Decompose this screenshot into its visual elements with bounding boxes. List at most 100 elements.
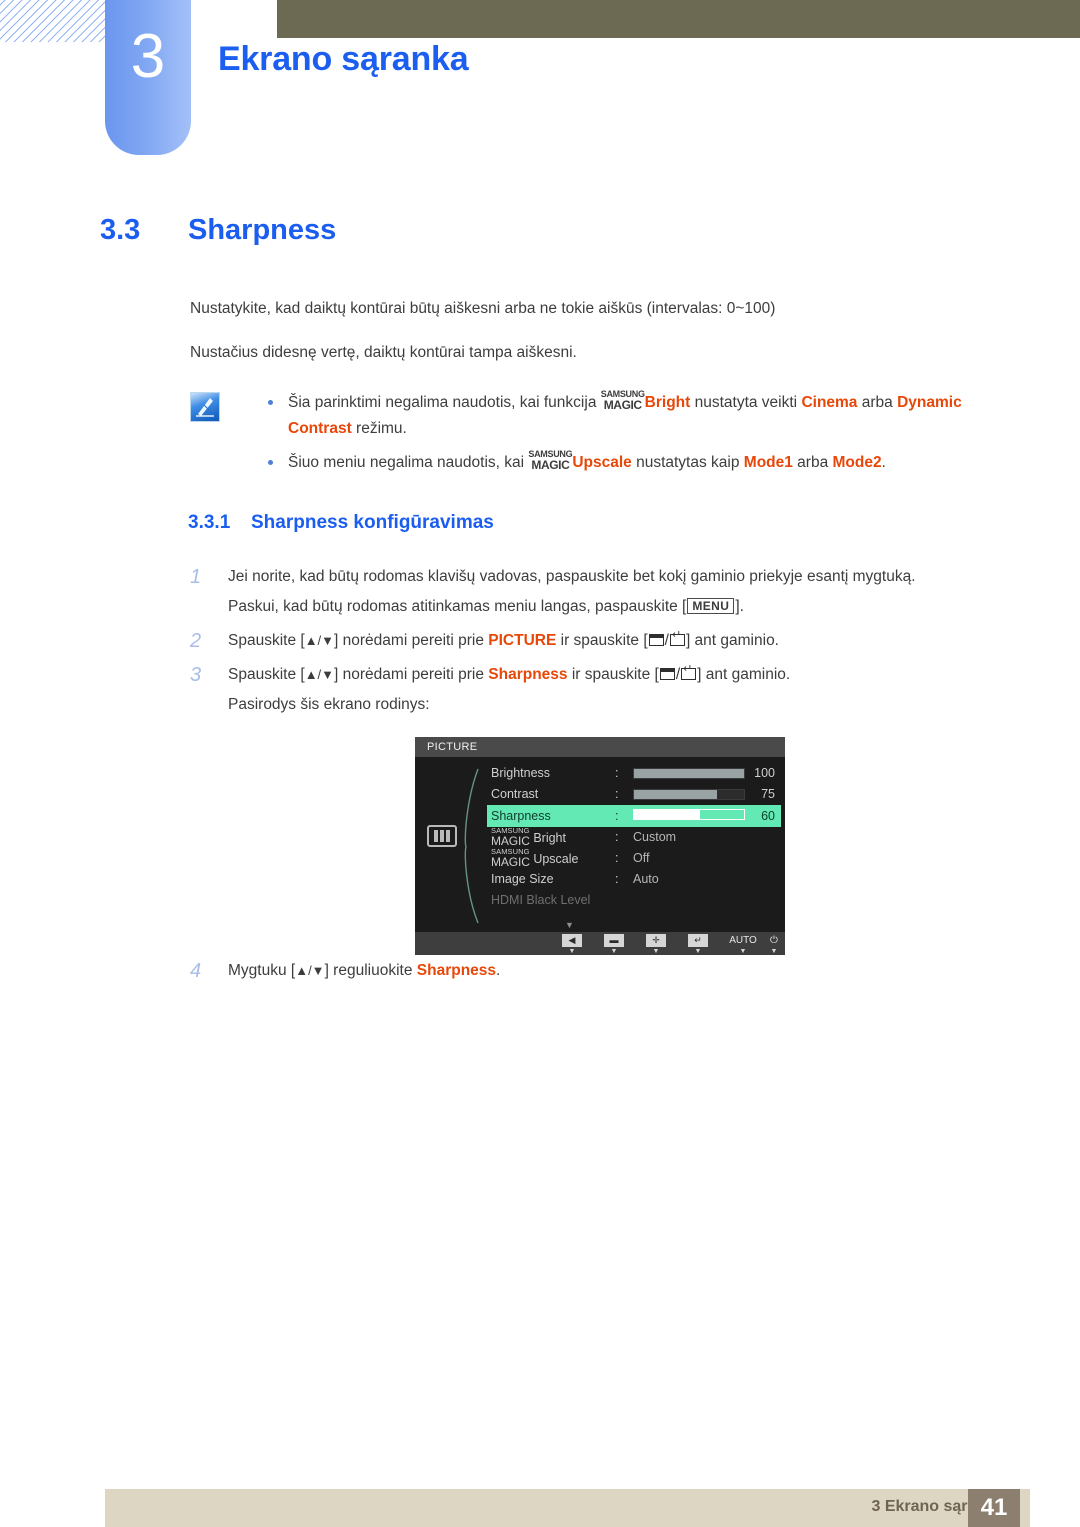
osd-value-magicupscale: Off bbox=[633, 851, 650, 865]
intro-line-2: Nustačius didesnę vertę, daiktų kontūrai… bbox=[190, 344, 577, 361]
osd-value-magicbright: Custom bbox=[633, 830, 677, 844]
osd-slider-contrast[interactable] bbox=[633, 789, 745, 800]
enter-icon: ↵ bbox=[688, 934, 708, 947]
minus-icon: ▬ bbox=[604, 934, 624, 947]
enter-button[interactable]: ↵ ▼ bbox=[683, 934, 713, 955]
osd-row-magicupscale[interactable]: SAMSUNG MAGIC Upscale : Off bbox=[487, 848, 781, 869]
osd-row-magicbright[interactable]: SAMSUNG MAGIC Bright : Custom bbox=[487, 827, 781, 848]
note-1-conj: arba bbox=[857, 394, 898, 412]
minus-caret-icon: ▼ bbox=[610, 948, 618, 955]
plus-icon: ✛ bbox=[646, 934, 666, 947]
osd-value-contrast: 75 bbox=[761, 787, 775, 801]
source-box-icon-3 bbox=[659, 668, 675, 680]
osd-samsung-magic-mark-1: SAMSUNG MAGIC bbox=[491, 827, 530, 848]
step-2-target: PICTURE bbox=[488, 632, 557, 649]
note-2-hl1: Mode1 bbox=[743, 454, 793, 472]
step-3-mid2: ir spauskite [ bbox=[567, 666, 659, 683]
osd-menu-screenshot: PICTURE Brightness : 100 Contrast : 75 S… bbox=[415, 737, 785, 955]
osd-colon-magicupscale: : bbox=[615, 851, 619, 865]
section-title: Sharpness bbox=[188, 214, 337, 246]
step-3-mid: ] norėdami pereiti prie bbox=[334, 666, 489, 683]
note-bullet-list: Šia parinktimi negalima naudotis, kai fu… bbox=[255, 390, 1015, 485]
osd-colon-image-size: : bbox=[615, 872, 619, 886]
minus-button[interactable]: ▬ ▼ bbox=[599, 934, 629, 955]
power-button[interactable]: ⏻ ▼ bbox=[763, 934, 785, 955]
osd-row-brightness[interactable]: Brightness : 100 bbox=[487, 763, 781, 784]
osd-scroll-down-icon[interactable]: ▼ bbox=[565, 920, 574, 930]
samsung-magic-mark-2: SAMSUNG MAGIC bbox=[528, 450, 572, 476]
step-2-post: ] ant gaminio. bbox=[685, 632, 779, 649]
power-icon: ⏻ bbox=[770, 935, 778, 946]
osd-label-contrast: Contrast bbox=[491, 787, 539, 801]
corner-hatch-decoration bbox=[0, 0, 108, 42]
osd-value-image-size: Auto bbox=[633, 872, 659, 886]
note-bullet-1: Šia parinktimi negalima naudotis, kai fu… bbox=[255, 390, 1015, 441]
step-1-text: Jei norite, kad būtų rodomas klavišų vad… bbox=[190, 562, 1020, 622]
osd-label-text-bright: Bright bbox=[533, 831, 566, 845]
step-2-mid2: ir spauskite [ bbox=[556, 632, 648, 649]
step-1-line-1: Jei norite, kad būtų rodomas klavišų vad… bbox=[228, 568, 916, 585]
note-pen-icon bbox=[190, 392, 220, 422]
note-2-magic-bottom: MAGIC bbox=[531, 458, 570, 472]
step-3-follow: Pasirodys šis ekrano rodinys: bbox=[190, 690, 1020, 720]
enter-key-icon-2 bbox=[669, 630, 685, 646]
osd-label-sharpness: Sharpness bbox=[491, 809, 551, 823]
step-2-text: Spauskite [▲/▼] norėdami pereiti prie PI… bbox=[190, 626, 1020, 656]
chapter-title: Ekrano sąranka bbox=[218, 40, 469, 78]
step-1-line-2-post: ]. bbox=[735, 598, 744, 615]
osd-brace-decoration bbox=[464, 768, 479, 924]
osd-row-contrast[interactable]: Contrast : 75 bbox=[487, 784, 781, 805]
osd-body: Brightness : 100 Contrast : 75 Sharpness… bbox=[415, 757, 785, 932]
back-caret-icon: ▼ bbox=[568, 948, 576, 955]
note-1-magic-bottom: MAGIC bbox=[603, 398, 642, 412]
osd-label-image-size: Image Size bbox=[491, 872, 554, 886]
plus-button[interactable]: ✛ ▼ bbox=[641, 934, 671, 955]
subsection-heading: 3.3.1 Sharpness konfigūravimas bbox=[188, 512, 494, 534]
header-olive-band bbox=[277, 0, 1080, 38]
step-1-line-2-pre: Paskui, kad būtų rodomas atitinkamas men… bbox=[228, 598, 687, 615]
osd-value-sharpness: 60 bbox=[761, 809, 775, 823]
auto-caret-icon: ▼ bbox=[739, 948, 747, 955]
osd-samsung-magic-mark-2: SAMSUNG MAGIC bbox=[491, 848, 530, 869]
step-4-mid: ] reguliuokite bbox=[324, 962, 417, 979]
auto-label: AUTO bbox=[729, 935, 757, 946]
osd-slider-sharpness[interactable] bbox=[633, 809, 745, 820]
osd-row-image-size[interactable]: Image Size : Auto bbox=[487, 869, 781, 890]
step-3-follow-text: Pasirodys šis ekrano rodinys: bbox=[228, 696, 430, 713]
osd-row-sharpness[interactable]: Sharpness : 60 bbox=[487, 805, 781, 827]
osd-magic-bottom-1: MAGIC bbox=[491, 834, 530, 848]
subsection-number: 3.3.1 bbox=[188, 512, 231, 533]
osd-label-text-upscale: Upscale bbox=[533, 852, 579, 866]
osd-label-brightness: Brightness bbox=[491, 766, 551, 780]
note-2-mid: nustatytas kaip bbox=[631, 454, 744, 472]
note-1-mid: nustatyta veikti bbox=[690, 394, 802, 412]
osd-label-magicbright: SAMSUNG MAGIC Bright bbox=[491, 827, 566, 849]
step-4-post: . bbox=[496, 962, 501, 979]
osd-colon-sharpness: : bbox=[615, 809, 619, 823]
note-2-feature: Upscale bbox=[572, 454, 632, 472]
step-3-post: ] ant gaminio. bbox=[697, 666, 791, 683]
osd-label-magicupscale: SAMSUNG MAGIC Upscale bbox=[491, 848, 579, 870]
power-caret-icon: ▼ bbox=[770, 948, 778, 955]
step-1-number: 1 bbox=[190, 566, 202, 588]
osd-colon-contrast: : bbox=[615, 787, 619, 801]
step-3-text: Spauskite [▲/▼] norėdami pereiti prie Sh… bbox=[190, 660, 1020, 690]
note-2-pre: Šiuo meniu negalima naudotis, kai bbox=[288, 454, 529, 472]
step-2-mid: ] norėdami pereiti prie bbox=[334, 632, 489, 649]
updown-arrows-icon-4: ▲/▼ bbox=[295, 963, 325, 978]
step-1: 1 Jei norite, kad būtų rodomas klavišų v… bbox=[190, 562, 1020, 622]
step-2: 2 Spauskite [▲/▼] norėdami pereiti prie … bbox=[190, 626, 1020, 656]
step-4: 4 Mygtuku [▲/▼] reguliuokite Sharpness. bbox=[190, 956, 1020, 986]
note-1-feature: Bright bbox=[644, 394, 691, 412]
note-1-pre: Šia parinktimi negalima naudotis, kai fu… bbox=[288, 394, 601, 412]
section-number: 3.3 bbox=[100, 214, 141, 246]
osd-title: PICTURE bbox=[415, 737, 785, 757]
samsung-magic-mark-1: SAMSUNG MAGIC bbox=[601, 390, 645, 416]
intro-line-1: Nustatykite, kad daiktų kontūrai būtų ai… bbox=[190, 300, 776, 317]
osd-slider-brightness[interactable] bbox=[633, 768, 745, 779]
back-button[interactable]: ◀ ▼ bbox=[557, 934, 587, 955]
osd-row-hdmi-black-level[interactable]: HDMI Black Level bbox=[487, 890, 781, 911]
auto-button[interactable]: AUTO ▼ bbox=[720, 934, 766, 955]
note-1-post: režimu. bbox=[351, 420, 407, 437]
step-4-number: 4 bbox=[190, 960, 202, 982]
